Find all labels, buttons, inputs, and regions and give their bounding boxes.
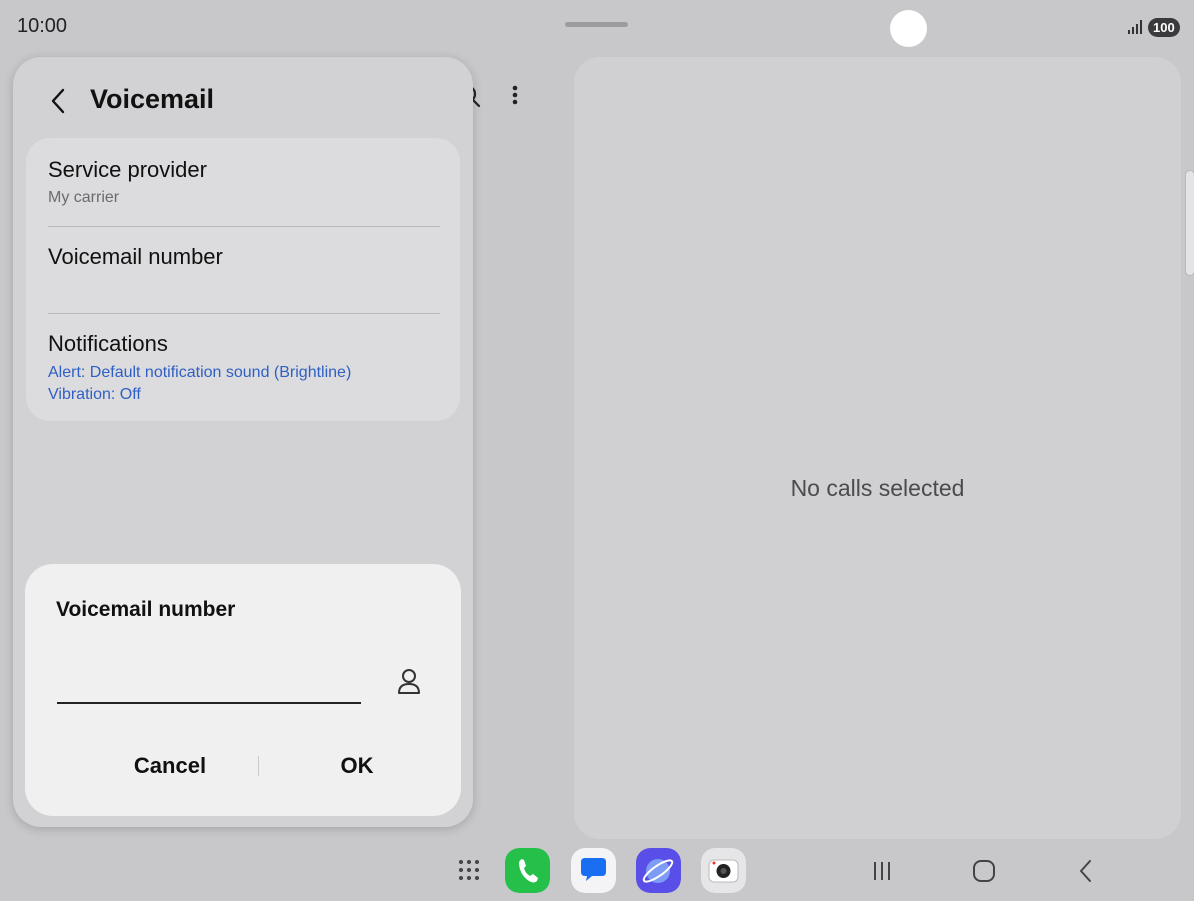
setting-title: Service provider — [48, 157, 207, 182]
dialog-title: Voicemail number — [56, 598, 236, 621]
notification-alert-text: Alert: Default notification sound (Brigh… — [48, 364, 352, 381]
call-detail-pane: No calls selected — [574, 57, 1181, 839]
setting-title: Voicemail number — [48, 244, 223, 269]
setting-title: Notifications — [48, 331, 168, 356]
messages-app-icon[interactable] — [571, 848, 616, 893]
voicemail-number-dialog: Voicemail number Cancel OK — [25, 564, 461, 816]
signal-bars-icon — [1128, 20, 1142, 34]
pane-resize-handle[interactable] — [1185, 170, 1194, 276]
setting-subtitle: My carrier — [48, 189, 120, 206]
back-arrow-icon[interactable] — [47, 87, 71, 115]
ok-button[interactable]: OK — [277, 748, 437, 784]
divider — [48, 226, 440, 227]
cancel-button[interactable]: Cancel — [90, 748, 250, 784]
empty-state-text: No calls selected — [790, 475, 965, 501]
internet-app-icon[interactable] — [636, 848, 681, 893]
back-nav-icon[interactable] — [1073, 858, 1099, 884]
setting-service-provider[interactable]: Service provider My carrier — [48, 157, 440, 207]
front-camera-cutout — [890, 10, 927, 47]
divider — [48, 313, 440, 314]
apps-grid-icon[interactable] — [457, 858, 481, 882]
window-drag-handle[interactable] — [565, 22, 628, 27]
voicemail-settings-window: Voicemail Service provider My carrier Vo… — [13, 57, 473, 827]
more-vert-icon[interactable] — [505, 84, 525, 108]
notification-vibration-text: Vibration: Off — [48, 386, 141, 403]
status-time: 10:00 — [17, 15, 68, 37]
settings-card: Service provider My carrier Voicemail nu… — [26, 138, 460, 421]
recents-icon[interactable] — [869, 858, 895, 884]
voicemail-number-input[interactable] — [57, 660, 361, 704]
setting-notifications[interactable]: Notifications Alert: Default notificatio… — [48, 331, 440, 406]
button-separator — [258, 756, 259, 776]
person-icon[interactable] — [396, 667, 422, 697]
home-icon[interactable] — [971, 858, 997, 884]
phone-app-icon[interactable] — [505, 848, 550, 893]
battery-indicator: 100 — [1148, 18, 1180, 37]
camera-app-icon[interactable] — [701, 848, 746, 893]
setting-voicemail-number[interactable]: Voicemail number — [48, 244, 440, 270]
page-title: Voicemail — [90, 84, 215, 114]
